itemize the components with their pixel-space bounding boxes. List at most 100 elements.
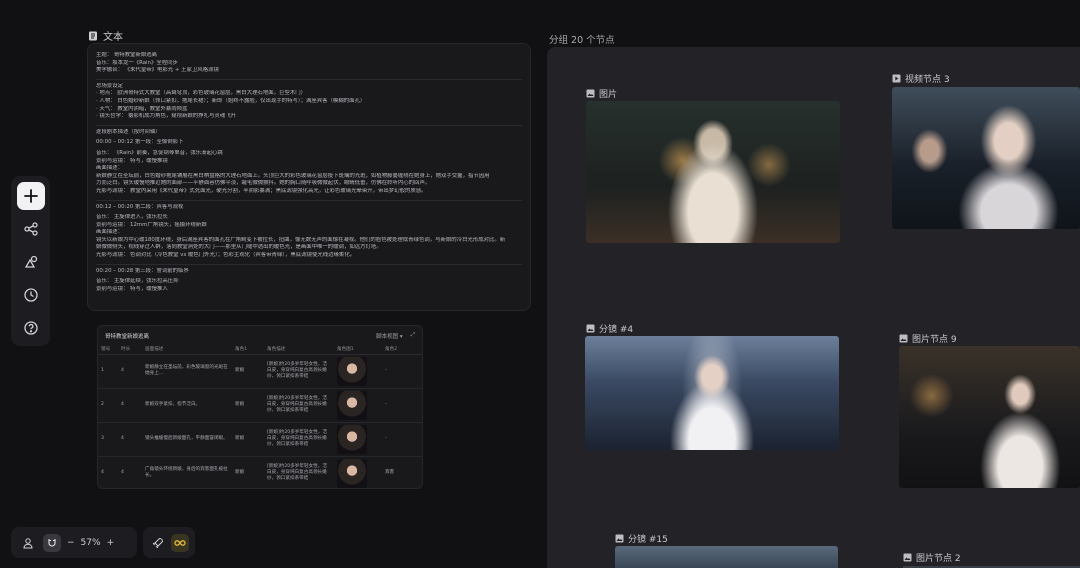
- role-thumbnail[interactable]: [337, 390, 367, 420]
- role2-name: -: [382, 422, 422, 457]
- chevron-down-icon: ▾: [399, 333, 403, 340]
- workflow-button[interactable]: [17, 215, 45, 243]
- zoom-in-button[interactable]: +: [107, 538, 115, 548]
- role-description: [新娘]约20多岁年轻女性，洁白皮，身穿纯白复古高领长婚纱，领口紧扣系带结: [264, 354, 334, 389]
- shot-line: 画面描述：: [96, 229, 123, 236]
- setting-line: · 天气： 教堂内阴暗，教堂外暴雨倾盆: [96, 105, 188, 112]
- help-button[interactable]: [17, 314, 45, 342]
- image-icon: [615, 534, 624, 543]
- shot-line: 00:12 – 00:20 第二段：宾客与观视: [96, 203, 184, 210]
- role-name: 新娘: [232, 456, 264, 488]
- node-label-image[interactable]: 图片: [586, 87, 617, 100]
- shot-line: 景别与运镜： 特写，缓慢推入: [96, 285, 168, 292]
- infinite-toggle[interactable]: [171, 533, 189, 552]
- shot2-section: 00:12 – 00:20 第二段：宾客与观视 音乐： 主旋律进入，弦乐拉长 景…: [96, 201, 522, 265]
- role-description: [新娘]约20多岁年轻女性，洁白皮，身穿纯白复古高领长婚纱，领口紧扣系带结: [264, 456, 334, 488]
- text-node-content[interactable]: 主题： 哥特教堂新娘逃离 音乐：坂本龙一《Rain》全程同步 美学融合： 《末代…: [87, 43, 531, 311]
- magnet-icon: [48, 538, 56, 546]
- table-row[interactable]: 3 4 镜头推缓慢后新娘面孔，平静面容闭眼。 新娘 [新娘]约20多岁年轻女性，洁白皮，…: [98, 422, 422, 457]
- plus-icon: [23, 189, 38, 203]
- node-label-video[interactable]: 视频节点 3: [892, 72, 950, 85]
- clock-icon: [23, 288, 38, 302]
- shot-line: 镜头以新娘为中心缓180度环绕，身后满座宾客的面孔在广角畸变下被拉长，扭曲，像无…: [96, 236, 506, 243]
- intro-section: 主题： 哥特教堂新娘逃离 音乐：坂本龙一《Rain》全程同步 美学融合： 《末代…: [96, 49, 522, 80]
- role2-name: -: [382, 388, 422, 423]
- shot-line: 00:00 – 00:12 第一段：圣像倒影下: [96, 139, 184, 146]
- document-icon: [89, 31, 97, 40]
- video-node-bride-crowd[interactable]: [892, 87, 1080, 229]
- role-thumbnail[interactable]: [337, 424, 367, 454]
- shot-number: 3: [98, 422, 118, 457]
- node-label-text: 图片: [599, 90, 618, 100]
- infinity-icon: [174, 539, 186, 546]
- role2-name: -: [382, 354, 422, 389]
- column-header: 角色1: [232, 345, 264, 355]
- expand-icon[interactable]: ⤢: [411, 332, 415, 339]
- role-image-cell: [334, 388, 382, 423]
- table-row[interactable]: 1 4 新娘静立在圣坛前，彩色玻璃窗的光斑在她身上... 新娘 [新娘]约20多岁年轻女…: [98, 354, 422, 389]
- column-header: 角色2: [382, 345, 422, 355]
- zoom-out-button[interactable]: −: [67, 538, 75, 548]
- user-icon: [23, 537, 33, 548]
- shot-description: 新娘静立在圣坛前，彩色玻璃窗的光斑在她身上...: [142, 354, 232, 389]
- column-header: 角色描述: [264, 345, 334, 355]
- column-header: 角色图1: [334, 345, 382, 355]
- role-description: [新娘]约20多岁年轻女性，洁白皮，身穿纯白复古高领长婚纱，领口紧扣系带结: [264, 422, 334, 457]
- text-node-header[interactable]: 文本: [88, 28, 123, 43]
- script-table-node[interactable]: 哥特教堂新娘逃离 脚本视图 ▾ ⤢ 镜号 时长 画面描述 角色1 角色描述 角色…: [97, 325, 423, 489]
- shot-description: 广角镜头环绕新娘，身后的宾客面孔被拉长。: [142, 456, 232, 488]
- table-header: 哥特教堂新娘逃离 脚本视图 ▾ ⤢: [98, 326, 422, 345]
- node-label-image-9[interactable]: 图片节点 9: [899, 332, 957, 345]
- shot-line: 音乐： 《Rain》前奏，急促钢琴单音，弦乐渐起心跳: [96, 149, 223, 156]
- role-thumbnail[interactable]: [337, 356, 367, 386]
- help-circle-icon: [23, 321, 38, 335]
- role-description: [新娘]约20多岁年轻女性，洁白皮，身穿纯白复古高领长婚纱，领口紧扣系带结: [264, 388, 334, 423]
- history-button[interactable]: [17, 281, 45, 309]
- storyboard-image-4[interactable]: [585, 336, 839, 450]
- table-row[interactable]: 2 4 新娘双手紧扣，指节泛白。 新娘 [新娘]约20多岁年轻女性，洁白皮，身穿纯白复古…: [98, 388, 422, 423]
- role-thumbnail[interactable]: [337, 458, 367, 488]
- shot-line: 画面描述：: [96, 165, 123, 172]
- shot-duration: 4: [118, 354, 142, 389]
- shot-number: 1: [98, 354, 118, 389]
- setting-section: 总场景设定 · 地点： 欧洲哥特式大教堂（高耸穹顶，彩色玻璃花窗层，黑白大理石地…: [96, 80, 522, 126]
- view-selector[interactable]: 脚本视图 ▾: [376, 332, 403, 340]
- node-label-storyboard-4[interactable]: 分镜 #4: [586, 322, 633, 335]
- shot-line: 娘微微侧头，视线穿过人群，落向教堂洞处的大门——那里从门缝中透出的暖色光，是画面…: [96, 244, 382, 251]
- add-node-button[interactable]: [16, 182, 45, 210]
- node-label-text: 分镜 #4: [599, 325, 634, 335]
- setting-line: 总场景设定: [96, 82, 123, 89]
- shot-line: 景别与运镜： 12mm广角镜头，摇摄环绕新娘: [96, 221, 207, 228]
- account-button[interactable]: [19, 534, 37, 552]
- storyboard-image-15[interactable]: [615, 546, 838, 568]
- intro-line: 美学融合： 《末代皇帝》电影光 + 王家卫风格滤镜: [96, 67, 219, 74]
- zoom-toolbar: − 57% +: [11, 527, 137, 558]
- role-image-cell: [334, 422, 382, 457]
- shots-header: 逐段剧本描述（按时间轴）: [96, 128, 161, 135]
- role-name: 新娘: [232, 388, 264, 423]
- node-label-text: 视频节点 3: [905, 75, 950, 85]
- run-button[interactable]: [149, 534, 167, 552]
- assets-button[interactable]: [17, 248, 45, 276]
- node-label-storyboard-15[interactable]: 分镜 #15: [615, 532, 668, 545]
- image-node-9[interactable]: [899, 346, 1080, 488]
- zoom-level: 57%: [80, 537, 101, 548]
- snap-toggle[interactable]: [43, 533, 61, 552]
- table-row[interactable]: 4 4 广角镜头环绕新娘，身后的宾客面孔被拉长。 新娘 [新娘]约20多岁年轻女性，洁白…: [98, 456, 422, 488]
- column-header: 时长: [118, 345, 142, 355]
- role-name: 新娘: [232, 354, 264, 389]
- node-label-text: 图片节点 9: [912, 335, 957, 345]
- shot1-section: 逐段剧本描述（按时间轴） 00:00 – 00:12 第一段：圣像倒影下 音乐：…: [96, 126, 522, 201]
- node-label-image-2[interactable]: 图片节点 2: [903, 551, 961, 564]
- shot-number: 4: [98, 456, 118, 488]
- shot-line: 力而泛白。镜头缓慢地推近她的面部——平静面容仿佛平淡，睫毛微微颤抖。她的胸口随呼…: [96, 180, 431, 187]
- column-header: 镜号: [98, 345, 118, 355]
- image-node-bride-back[interactable]: [586, 101, 840, 243]
- node-label-text: 图片节点 2: [916, 554, 961, 564]
- role-image-cell: [334, 354, 382, 389]
- share-nodes-icon: [23, 222, 38, 236]
- table-title: 哥特教堂新娘逃离: [105, 333, 150, 340]
- setting-line: · 地点： 欧洲哥特式大教堂（高耸穹顶，彩色玻璃花窗层，黑白大理石地面，巨型木门…: [96, 90, 306, 97]
- text-node-label: 文本: [103, 32, 123, 43]
- shot-line: 音乐： 主旋律进入，弦乐拉长: [96, 214, 168, 221]
